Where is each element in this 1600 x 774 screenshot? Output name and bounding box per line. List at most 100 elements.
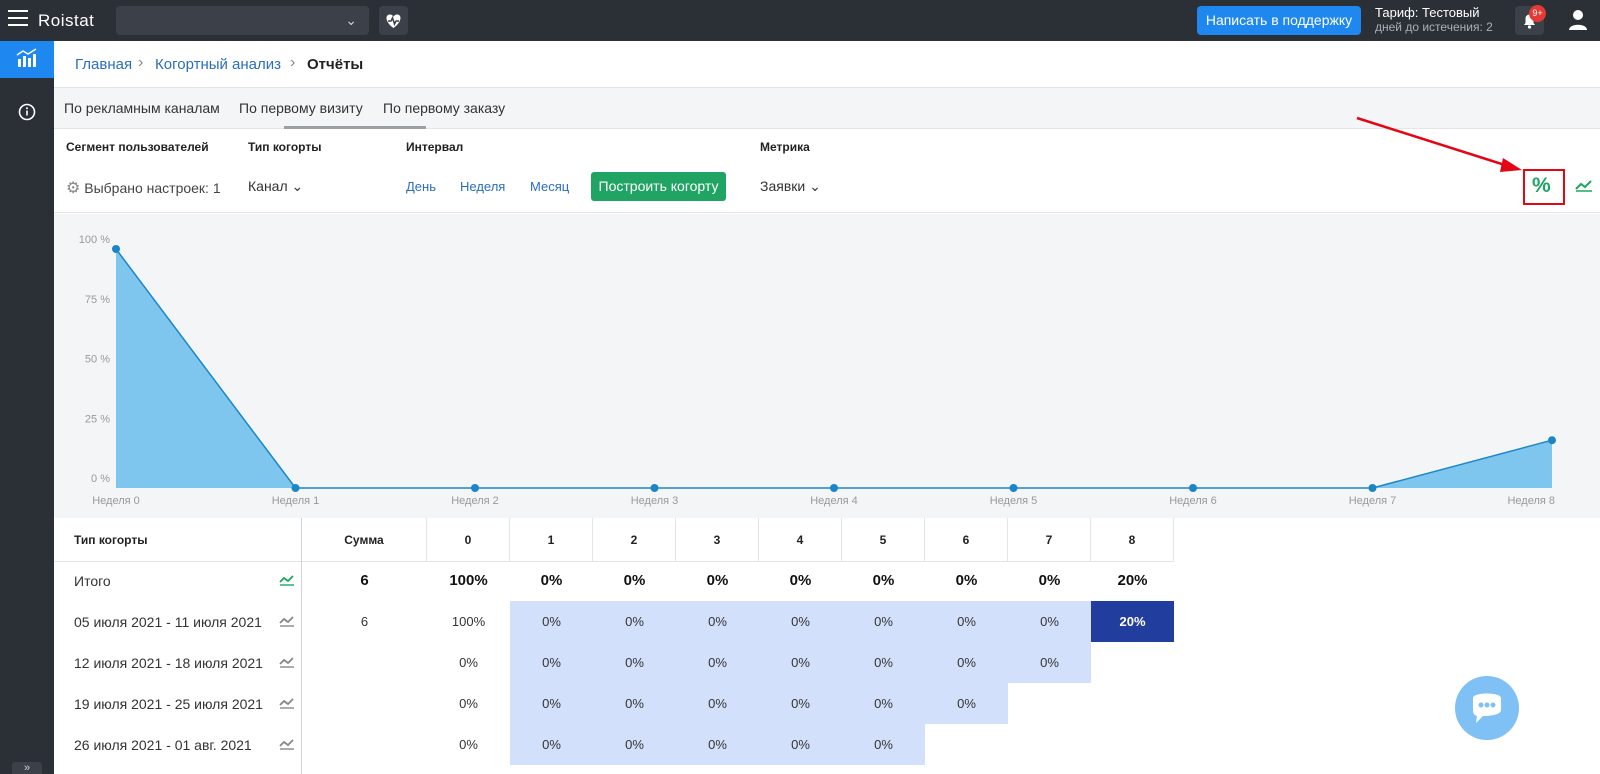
tariff-info[interactable]: Тариф: Тестовый дней до истечения: 2 [1375, 5, 1493, 35]
sum-cell [302, 724, 427, 765]
tab-first-visit[interactable]: По первому визиту [239, 100, 363, 116]
cohort-row-label: 12 июля 2021 - 18 июля 2021 [74, 655, 263, 671]
cohort-row-label: 05 июля 2021 - 11 июля 2021 [74, 614, 262, 630]
retention-cell[interactable]: 0% [676, 560, 759, 601]
retention-cell[interactable]: 0% [593, 560, 676, 601]
retention-cell[interactable]: 0% [510, 560, 593, 601]
retention-cell[interactable]: 100% [427, 601, 510, 642]
menu-icon[interactable] [8, 10, 28, 28]
sidebar-expand-button[interactable]: » [12, 762, 42, 774]
retention-cell[interactable]: 0% [510, 642, 593, 683]
retention-cell[interactable]: 0% [427, 724, 510, 765]
retention-cell[interactable]: 0% [842, 642, 925, 683]
header-period-0: 0 [427, 518, 510, 562]
data-point[interactable] [1368, 484, 1377, 492]
retention-cell[interactable]: 0% [676, 683, 759, 724]
chevron-right-icon: › [290, 54, 296, 71]
cohort-table: Тип когорты Сумма 0 1 2 3 4 5 6 7 8 Итого 6 100% 0% 0%… [54, 518, 1600, 774]
tariff-days-left: дней до истечения: 2 [1375, 20, 1493, 34]
tariff-title: Тариф: Тестовый [1375, 5, 1480, 20]
sidebar-item-info[interactable] [18, 103, 36, 124]
header-period-1: 1 [510, 518, 593, 562]
retention-cell[interactable]: 0% [510, 724, 593, 765]
chevron-down-icon: ⌄ [291, 178, 304, 194]
interval-week[interactable]: Неделя [460, 179, 505, 194]
data-point[interactable] [1189, 484, 1197, 492]
retention-cell[interactable]: 0% [842, 560, 925, 601]
retention-cell[interactable]: 0% [925, 601, 1008, 642]
sum-cell: 6 [360, 614, 369, 629]
retention-cell[interactable]: 0% [925, 642, 1008, 683]
sidebar-item-analytics[interactable] [0, 41, 54, 78]
retention-cell[interactable]: 0% [759, 642, 842, 683]
row-chart-icon[interactable] [278, 655, 296, 672]
metric-select[interactable]: Заявки ⌄ [760, 178, 821, 195]
row-chart-icon[interactable] [278, 696, 296, 713]
data-point[interactable] [112, 245, 120, 253]
retention-cell[interactable]: 0% [1008, 601, 1091, 642]
sum-cell: 6 [360, 572, 369, 589]
interval-month[interactable]: Месяц [530, 179, 569, 194]
retention-cell[interactable]: 100% [427, 560, 510, 601]
support-button[interactable]: Написать в поддержку [1197, 6, 1361, 35]
retention-cell[interactable]: 0% [1008, 560, 1091, 601]
retention-cell[interactable]: 0% [593, 724, 676, 765]
row-chart-icon[interactable] [278, 614, 296, 631]
retention-cell[interactable]: 0% [427, 683, 510, 724]
health-button[interactable] [379, 6, 408, 35]
retention-cell[interactable]: 0% [759, 560, 842, 601]
row-chart-icon[interactable] [278, 737, 296, 754]
area-fill [116, 249, 1552, 488]
retention-cell[interactable]: 20% [1091, 601, 1174, 642]
data-point[interactable] [830, 484, 838, 492]
retention-cell[interactable]: 0% [593, 601, 676, 642]
segment-settings[interactable]: ⚙ Выбрано настроек: 1 [66, 178, 221, 198]
retention-cell[interactable]: 0% [510, 683, 593, 724]
cohort-type-select[interactable]: Канал ⌄ [248, 178, 303, 195]
retention-cell[interactable]: 0% [842, 724, 925, 765]
retention-cell[interactable]: 0% [676, 642, 759, 683]
user-icon[interactable] [1568, 9, 1588, 34]
percent-icon[interactable]: % [1532, 174, 1551, 198]
retention-cell[interactable]: 0% [427, 642, 510, 683]
breadcrumb-cohort-analysis[interactable]: Когортный анализ [155, 56, 281, 73]
chat-button[interactable] [1455, 676, 1519, 740]
retention-cell[interactable]: 0% [759, 683, 842, 724]
tabs-bar: По рекламным каналам По первому визиту П… [54, 88, 1600, 129]
line-chart-icon[interactable] [1574, 177, 1594, 196]
data-point[interactable] [471, 484, 479, 492]
data-point[interactable] [291, 484, 300, 492]
total-row-label: Итого [74, 573, 111, 589]
row-chart-icon[interactable] [278, 573, 296, 590]
retention-cell[interactable]: 0% [593, 683, 676, 724]
retention-cell[interactable]: 0% [925, 683, 1008, 724]
filters-panel: Сегмент пользователей Тип когорты Интерв… [54, 129, 1600, 213]
project-select[interactable]: ⌄ [116, 6, 369, 35]
retention-cell[interactable]: 0% [676, 724, 759, 765]
retention-cell[interactable]: 0% [842, 683, 925, 724]
data-point[interactable] [1009, 484, 1018, 492]
interval-day[interactable]: День [406, 179, 436, 194]
retention-cell[interactable]: 0% [593, 642, 676, 683]
data-point[interactable] [650, 484, 659, 492]
breadcrumb-home[interactable]: Главная [75, 56, 132, 73]
retention-cell[interactable]: 0% [925, 560, 1008, 601]
sidebar: » [0, 41, 54, 774]
y-tick-label: 100 % [79, 234, 110, 246]
retention-cell[interactable]: 0% [842, 601, 925, 642]
retention-cell[interactable]: 0% [759, 724, 842, 765]
tab-first-order[interactable]: По первому заказу [383, 100, 505, 116]
series-line [115, 248, 1553, 489]
retention-cell[interactable]: 0% [510, 601, 593, 642]
retention-cell[interactable]: 0% [759, 601, 842, 642]
logo[interactable]: Roistat [38, 11, 94, 31]
retention-cell[interactable]: 0% [1008, 642, 1091, 683]
header-cohort-type: Тип когорты [54, 518, 301, 562]
x-tick-label: Неделя 6 [1169, 495, 1217, 507]
build-cohort-button[interactable]: Построить когорту [591, 172, 726, 201]
cohort-type-label: Тип когорты [248, 140, 322, 154]
data-point[interactable] [1548, 436, 1556, 445]
retention-cell[interactable]: 20% [1091, 560, 1174, 601]
tab-ad-channels[interactable]: По рекламным каналам [64, 100, 220, 116]
retention-cell[interactable]: 0% [676, 601, 759, 642]
